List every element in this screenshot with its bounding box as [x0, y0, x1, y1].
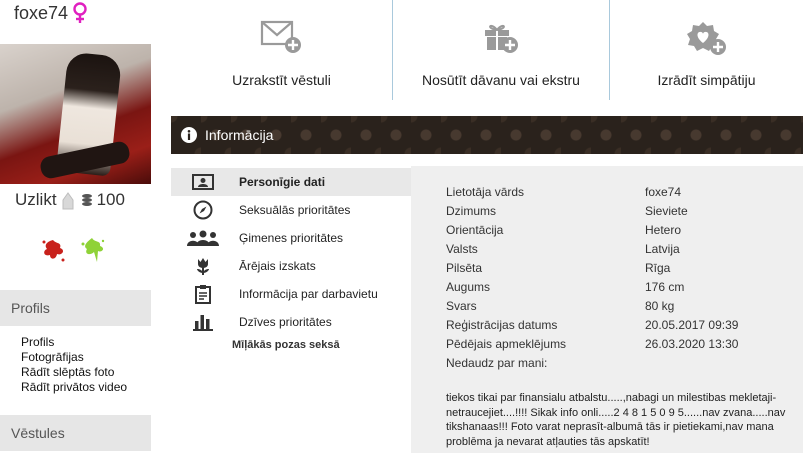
- heart-badge-plus-icon: [686, 22, 726, 55]
- family-icon: [187, 228, 219, 248]
- clipboard-icon: [187, 284, 219, 304]
- gift-plus-icon: [485, 24, 518, 53]
- banner-title: Informācija: [205, 127, 274, 143]
- write-message-action[interactable]: Uzrakstīt vēstuli: [171, 0, 392, 100]
- profile-links: Profils Fotogrāfijas Rādīt slēptās foto …: [21, 335, 127, 395]
- tab-family-priorities[interactable]: Ģimenes prioritātes: [171, 224, 411, 252]
- about-text: tiekos tikai par finansialu atbalstu....…: [446, 392, 786, 448]
- link-hidden-photos[interactable]: Rādīt slēptās foto: [21, 365, 127, 380]
- info-tabs: Personīgie dati Seksuālās prioritātes Ģi…: [171, 166, 411, 453]
- detail-value: Hetero: [645, 223, 682, 237]
- detail-value: 176 cm: [645, 280, 685, 294]
- compass-icon: [187, 200, 219, 220]
- tab-label: Seksuālās prioritātes: [239, 203, 351, 217]
- detail-key: Pēdējais apmeklējums: [446, 337, 567, 351]
- detail-value: Latvija: [645, 242, 680, 256]
- up-arrow-icon[interactable]: [61, 190, 75, 210]
- link-profile[interactable]: Profils: [21, 335, 127, 350]
- send-gift-label: Nosūtīt dāvanu vai ekstru: [422, 72, 580, 88]
- detail-value: 26.03.2020 13:30: [645, 337, 739, 351]
- red-splat-icon[interactable]: [40, 236, 66, 264]
- detail-key: Valsts: [446, 242, 478, 256]
- tab-life-priorities[interactable]: Dzīves prioritātes: [171, 308, 411, 336]
- detail-value: 20.05.2017 09:39: [645, 318, 739, 332]
- detail-value: Rīga: [645, 261, 671, 275]
- id-card-icon: [187, 172, 219, 192]
- user-header: foxe74: [14, 2, 88, 24]
- details-panel: Lietotāja vārds foxe74 Dzimums Sieviete …: [411, 166, 803, 453]
- show-sympathy-label: Izrādīt simpātiju: [657, 72, 756, 88]
- profile-photo[interactable]: [0, 44, 151, 184]
- tab-personal-data[interactable]: Personīgie dati: [171, 168, 411, 196]
- tab-label: Dzīves prioritātes: [239, 315, 332, 329]
- tab-label: Personīgie dati: [239, 175, 326, 189]
- detail-key: Dzimums: [446, 204, 496, 218]
- info-banner: Informācija: [171, 116, 803, 154]
- boost-row: Uzlikt 100: [15, 190, 145, 210]
- username[interactable]: foxe74: [14, 3, 68, 24]
- link-photos[interactable]: Fotogrāfijas: [21, 350, 127, 365]
- bar-chart-icon: [187, 312, 219, 332]
- detail-key: Lietotāja vārds: [446, 185, 525, 199]
- tab-work-info[interactable]: Informācija par darbavietu: [171, 280, 411, 308]
- detail-key: Pilsēta: [446, 261, 483, 275]
- show-sympathy-action[interactable]: Izrādīt simpātiju: [610, 0, 803, 100]
- tab-appearance[interactable]: Ārējais izskats: [171, 252, 411, 280]
- detail-key: Augums: [446, 280, 491, 294]
- tab-sexual-priorities[interactable]: Seksuālās prioritātes: [171, 196, 411, 224]
- tab-label: Ārējais izskats: [239, 259, 316, 273]
- coin-count: 100: [96, 190, 125, 209]
- tab-label: Informācija par darbavietu: [239, 287, 378, 301]
- send-gift-action[interactable]: Nosūtīt dāvanu vai ekstru: [393, 0, 609, 100]
- detail-key: Reģistrācijas datums: [446, 318, 558, 332]
- uzlikt-button[interactable]: Uzlikt: [15, 190, 57, 210]
- detail-value: 80 kg: [645, 299, 675, 313]
- reaction-splats: [40, 236, 106, 264]
- about-label: Nedaudz par mani:: [446, 356, 548, 370]
- write-message-label: Uzrakstīt vēstuli: [232, 72, 331, 88]
- detail-key: Orientācija: [446, 223, 504, 237]
- link-private-videos[interactable]: Rādīt privātos video: [21, 380, 127, 395]
- coins-icon: [81, 194, 92, 206]
- detail-value: Sieviete: [645, 204, 688, 218]
- detail-value: foxe74: [645, 185, 682, 199]
- green-splat-icon[interactable]: [80, 236, 106, 264]
- profile-sidebar: foxe74 Uzlikt 100 Profils Profils Fotogr…: [0, 0, 151, 453]
- flower-icon: [187, 256, 219, 276]
- messages-section-header[interactable]: Vēstules: [0, 415, 151, 451]
- favorite-positions-link[interactable]: Mīļākās pozas seksā: [232, 339, 340, 351]
- detail-key: Svars: [446, 299, 477, 313]
- profile-section-header: Profils: [0, 290, 151, 326]
- tab-label: Ģimenes prioritātes: [239, 231, 344, 245]
- info-icon: [181, 127, 197, 143]
- female-symbol-icon: [73, 2, 87, 23]
- envelope-plus-icon: [260, 20, 301, 53]
